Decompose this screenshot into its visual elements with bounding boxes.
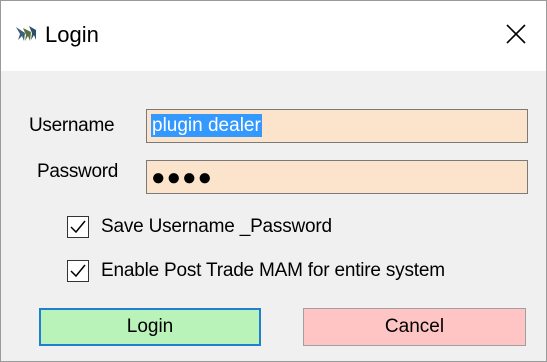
enable-mam-checkbox-row[interactable]: Enable Post Trade MAM for entire system — [67, 260, 445, 282]
username-value: plugin dealer — [151, 114, 262, 137]
username-label: Username — [29, 115, 115, 136]
cancel-button[interactable]: Cancel — [303, 308, 526, 346]
enable-mam-checkbox[interactable] — [67, 260, 89, 282]
enable-mam-label: Enable Post Trade MAM for entire system — [101, 260, 445, 281]
app-logo-icon — [15, 25, 37, 43]
checkmark-icon — [70, 220, 86, 234]
save-credentials-label: Save Username _Password — [101, 216, 332, 237]
save-credentials-checkbox[interactable] — [67, 216, 89, 238]
close-button[interactable] — [486, 1, 546, 71]
login-dialog: Login Username plugin dealer Password ●●… — [0, 0, 547, 362]
title-bar: Login — [1, 1, 546, 71]
password-label: Password — [37, 161, 119, 182]
login-button[interactable]: Login — [39, 308, 261, 346]
checkmark-icon — [70, 264, 86, 278]
username-input[interactable]: plugin dealer — [146, 109, 528, 143]
password-input[interactable]: ●●●● — [146, 160, 528, 194]
password-value: ●●●● — [151, 164, 213, 191]
close-icon — [505, 23, 527, 50]
save-credentials-checkbox-row[interactable]: Save Username _Password — [67, 216, 332, 238]
window-title: Login — [45, 22, 99, 47]
